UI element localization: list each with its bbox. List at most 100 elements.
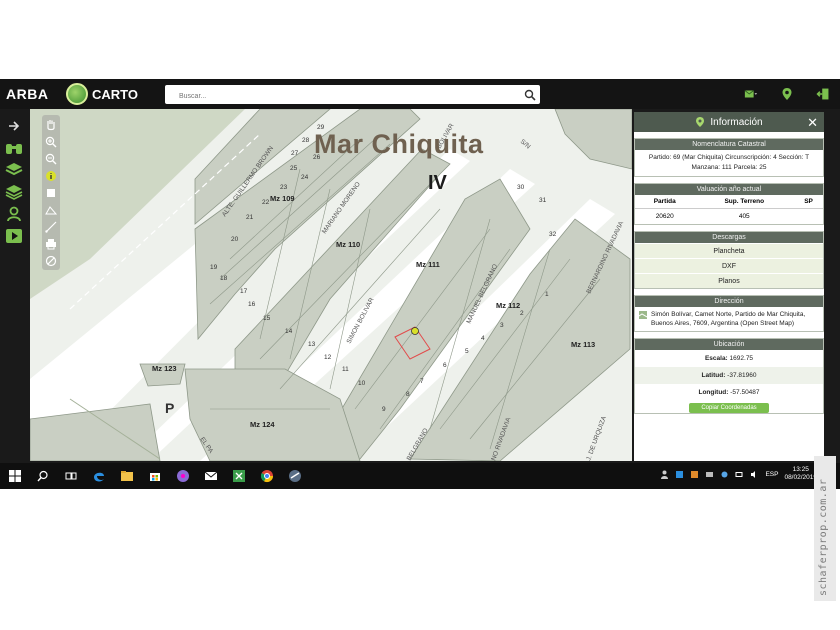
zoom-out-icon[interactable]: [44, 151, 58, 166]
carto-logo-text: CARTO: [92, 86, 138, 102]
carto-logo-icon: [66, 83, 88, 105]
escala-label: Escala:: [704, 355, 728, 362]
block-label: Mz 113: [571, 340, 595, 349]
measure-area-icon[interactable]: [44, 202, 58, 217]
watermark: schaferprop.com.ar: [814, 456, 836, 601]
copy-coordinates-button[interactable]: Copiar Coordenadas: [689, 403, 769, 413]
block-label: Mz 112: [496, 301, 520, 310]
arba-logo[interactable]: ARBA: [6, 86, 48, 102]
spreadsheet-app-icon[interactable]: [228, 467, 250, 485]
valuacion-section: Valuación año actual Partida Sup. Terren…: [634, 183, 824, 225]
block-label: Mz 109: [270, 194, 295, 203]
download-planos-link[interactable]: Planos: [635, 273, 823, 288]
cloud-tray-icon[interactable]: [720, 470, 729, 479]
left-toolbar: [0, 117, 28, 309]
media-app-icon[interactable]: [172, 467, 194, 485]
map-canvas[interactable]: ALTE. GUILLERMO BROWN MARIANO MORENOSIMON…: [30, 109, 632, 461]
user-icon[interactable]: [4, 205, 24, 223]
top-right-icons: [744, 87, 830, 101]
zoom-in-icon[interactable]: [44, 134, 58, 149]
parcel-number: 18: [220, 275, 228, 282]
table-row: 20620 405: [635, 209, 823, 225]
block-label: Mz 123: [152, 364, 177, 373]
carto-logo[interactable]: CARTO: [66, 82, 138, 106]
windows-taskbar: ESP 13:25 08/02/2019: [0, 463, 840, 489]
parcel-number: 3: [500, 322, 504, 329]
person-icon[interactable]: [660, 470, 669, 479]
info-panel-header: Información ✕: [634, 112, 824, 132]
dropbox-tray-icon[interactable]: [675, 470, 684, 479]
logout-icon[interactable]: [816, 87, 830, 101]
windows-start-icon[interactable]: [4, 467, 26, 485]
measure-line-icon[interactable]: [44, 219, 58, 234]
watermark-text: schaferprop.com.ar: [818, 478, 829, 596]
video-play-icon[interactable]: [4, 227, 24, 245]
valuacion-table: Partida Sup. Terreno SP 20620 405: [635, 195, 823, 224]
task-view-icon[interactable]: [60, 467, 82, 485]
clock[interactable]: 13:25 08/02/2019: [784, 466, 817, 482]
expand-arrow-icon[interactable]: [4, 117, 24, 135]
descargas-section: Descargas Plancheta DXF Planos: [634, 231, 824, 289]
parcel-number: 11: [342, 366, 349, 373]
search-input[interactable]: [165, 87, 505, 106]
search-box: [165, 85, 540, 106]
info-location-icon: [696, 117, 705, 127]
parcel-number: 15: [263, 315, 271, 322]
parcel-number: 10: [358, 380, 366, 387]
info-icon[interactable]: [44, 168, 58, 183]
parcel-number: 7: [420, 378, 424, 385]
volume-icon[interactable]: [750, 470, 759, 479]
file-explorer-icon[interactable]: [116, 467, 138, 485]
stack-layers-icon[interactable]: [4, 183, 24, 201]
nomenclatura-text: Partido: 69 (Mar Chiquita) Circunscripci…: [648, 154, 810, 171]
map-tools: [42, 115, 60, 270]
mail-icon[interactable]: [744, 87, 758, 101]
partida-value: 20620: [655, 213, 674, 220]
print-icon[interactable]: [44, 236, 58, 251]
game-app-icon[interactable]: [284, 467, 306, 485]
longitud-label: Longitud:: [698, 389, 729, 396]
download-dxf-link[interactable]: DXF: [635, 258, 823, 273]
col-sup-terreno: Sup. Terreno: [694, 195, 795, 209]
battery-icon[interactable]: [735, 470, 744, 479]
language-indicator[interactable]: ESP: [765, 471, 778, 478]
parcel-number: 6: [443, 362, 447, 369]
parcel-number: 9: [382, 406, 386, 413]
nomenclatura-title: Nomenclatura Catastral: [635, 139, 823, 150]
layers-icon[interactable]: [4, 161, 24, 179]
escala-value: 1692.75: [729, 355, 754, 362]
close-icon[interactable]: ✕: [807, 115, 818, 131]
mail-app-icon[interactable]: [200, 467, 222, 485]
map-thumbnail-icon: [639, 311, 647, 319]
clear-icon[interactable]: [44, 253, 58, 268]
parcel-number: 16: [248, 301, 256, 308]
block-label: Mz 110: [336, 240, 360, 249]
escala-row: Escala: 1692.75: [635, 350, 823, 367]
antivirus-tray-icon[interactable]: [690, 470, 699, 479]
map-title: Mar Chiquita: [314, 129, 484, 159]
clock-date: 08/02/2019: [784, 474, 817, 481]
square-select-icon[interactable]: [44, 185, 58, 200]
direccion-text: Simón Bolívar, Camet Norte, Partido de M…: [651, 311, 806, 327]
chrome-browser-icon[interactable]: [256, 467, 278, 485]
parcel-number: 12: [324, 354, 332, 361]
location-icon[interactable]: [780, 87, 794, 101]
pan-hand-icon[interactable]: [44, 117, 58, 132]
edge-browser-icon[interactable]: [88, 467, 110, 485]
network-tray-icon[interactable]: [705, 470, 714, 479]
ubicacion-section: Ubicación Escala: 1692.75 Latitud: -37.8…: [634, 338, 824, 414]
parcel-number: 23: [280, 184, 288, 191]
download-plancheta-link[interactable]: Plancheta: [635, 243, 823, 258]
parcel-number: 4: [481, 335, 485, 342]
direccion-body: Simón Bolívar, Camet Norte, Partido de M…: [635, 307, 823, 331]
latitud-row: Latitud: -37.81960: [635, 367, 823, 384]
valuacion-title: Valuación año actual: [635, 184, 823, 195]
search-icon[interactable]: [32, 467, 54, 485]
parcel-number: 1: [545, 291, 549, 298]
parcel-number: 22: [262, 199, 270, 206]
cadastral-map[interactable]: ALTE. GUILLERMO BROWN MARIANO MORENO SIMON…: [30, 109, 632, 461]
search-icon[interactable]: [524, 88, 536, 101]
store-icon[interactable]: [144, 467, 166, 485]
parcel-number: 32: [549, 231, 557, 238]
binoculars-icon[interactable]: [4, 139, 24, 157]
